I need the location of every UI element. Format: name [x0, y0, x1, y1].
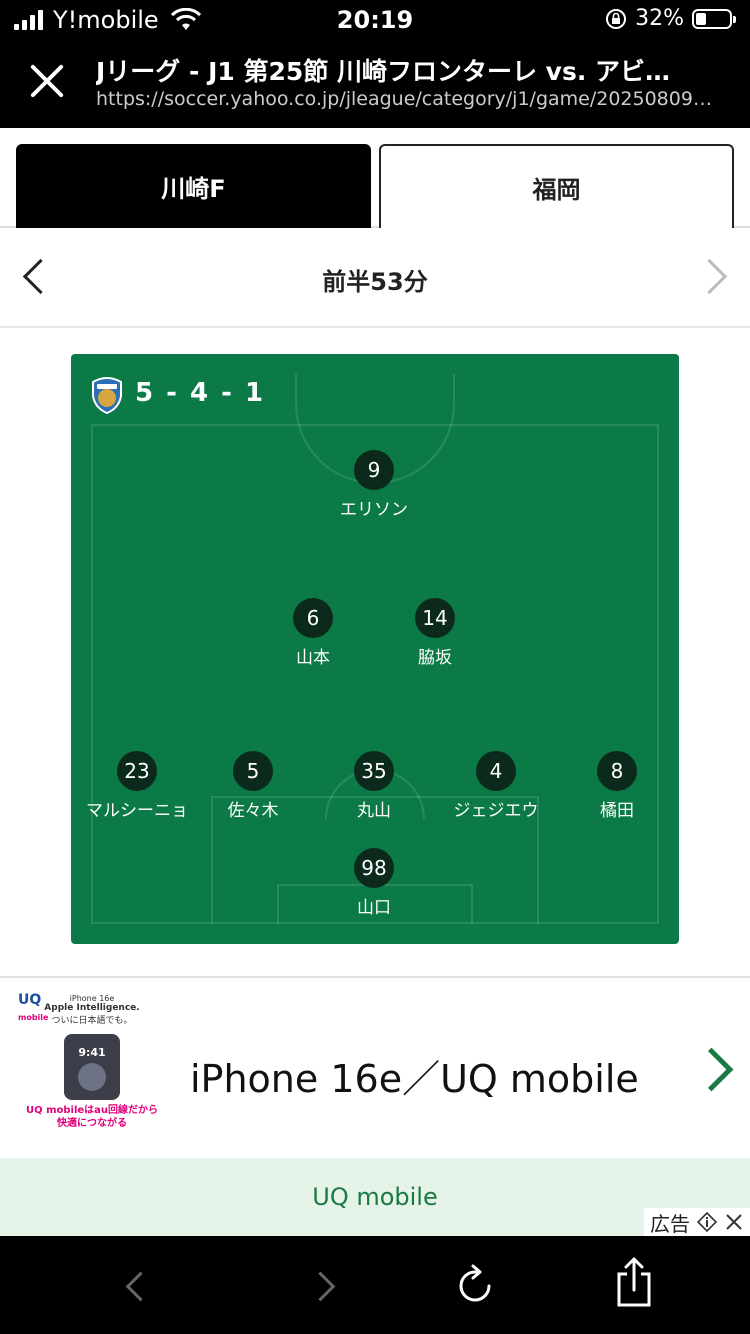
share-icon[interactable] — [614, 1256, 654, 1308]
ad-title[interactable]: iPhone 16e／UQ mobile — [190, 1048, 639, 1103]
browser-header: Jリーグ - J1 第25節 川崎フロンターレ vs. アビ… https://… — [0, 40, 750, 128]
ad-label: 広告 — [650, 1211, 690, 1236]
player-name: エリソン — [340, 500, 408, 520]
player-number: 35 — [354, 751, 394, 791]
chevron-right-icon[interactable] — [689, 1047, 734, 1092]
player-number: 4 — [476, 751, 516, 791]
forward-icon[interactable] — [305, 1271, 336, 1302]
battery-percent: 32% — [635, 6, 684, 31]
player-number: 23 — [117, 751, 157, 791]
browser-toolbar — [0, 1236, 750, 1334]
page-url: https://soccer.yahoo.co.jp/jleague/categ… — [96, 88, 712, 110]
tab-home-team[interactable]: 川崎F — [16, 144, 371, 228]
player-number: 5 — [233, 751, 273, 791]
ad-thumb-copy: UQ mobileはau回線だから 快適につながる — [25, 1105, 159, 1129]
ad-thumb-text: iPhone 16e Apple Intelligence. ついに日本語でも。 — [44, 994, 140, 1026]
close-icon[interactable] — [724, 1212, 744, 1232]
tab-away-team[interactable]: 福岡 — [379, 144, 734, 228]
player-marker[interactable]: 8 橘田 — [537, 751, 679, 821]
status-bar: Y!mobile 20:19 32% — [0, 0, 750, 40]
player-name: 橘田 — [600, 801, 634, 821]
player-marker[interactable]: 9 エリソン — [294, 450, 454, 520]
player-marker[interactable]: 98 山口 — [294, 848, 454, 918]
ad-phone-image: 9:41 — [64, 1034, 120, 1100]
formation-label: 5 - 4 - 1 — [135, 378, 266, 408]
player-name: 脇坂 — [418, 648, 452, 668]
ad-tag[interactable]: 広告 — [644, 1208, 750, 1236]
player-number: 6 — [293, 598, 333, 638]
ad-thumbnail: UQ mobile iPhone 16e Apple Intelligence. … — [12, 990, 172, 1146]
ad-cta-button[interactable]: UQ mobile — [0, 1158, 750, 1236]
orientation-lock-icon — [606, 8, 627, 29]
info-icon[interactable] — [696, 1211, 718, 1233]
player-number: 9 — [354, 450, 394, 490]
reload-icon[interactable] — [456, 1262, 496, 1306]
lineup-pitch: 5 - 4 - 1 9 エリソン 6 山本 14 脇坂 23 マルシーニョ 5 … — [71, 354, 679, 944]
back-icon[interactable] — [125, 1271, 156, 1302]
status-right: 32% — [605, 6, 736, 31]
close-icon[interactable] — [28, 62, 66, 100]
team-emblem-icon — [92, 377, 122, 414]
player-marker[interactable]: 14 脇坂 — [355, 598, 515, 668]
ad-banner[interactable]: UQ mobile iPhone 16e Apple Intelligence. … — [0, 976, 750, 1158]
player-name: 山口 — [357, 898, 391, 918]
player-number: 14 — [415, 598, 455, 638]
player-number: 8 — [597, 751, 637, 791]
time-navigation: 前半53分 — [0, 228, 750, 328]
page-title: Jリーグ - J1 第25節 川崎フロンターレ vs. アビ… — [96, 57, 671, 86]
player-number: 98 — [354, 848, 394, 888]
battery-icon — [692, 8, 736, 29]
team-tabs: 川崎F 福岡 — [0, 128, 750, 228]
time-label: 前半53分 — [322, 268, 428, 296]
